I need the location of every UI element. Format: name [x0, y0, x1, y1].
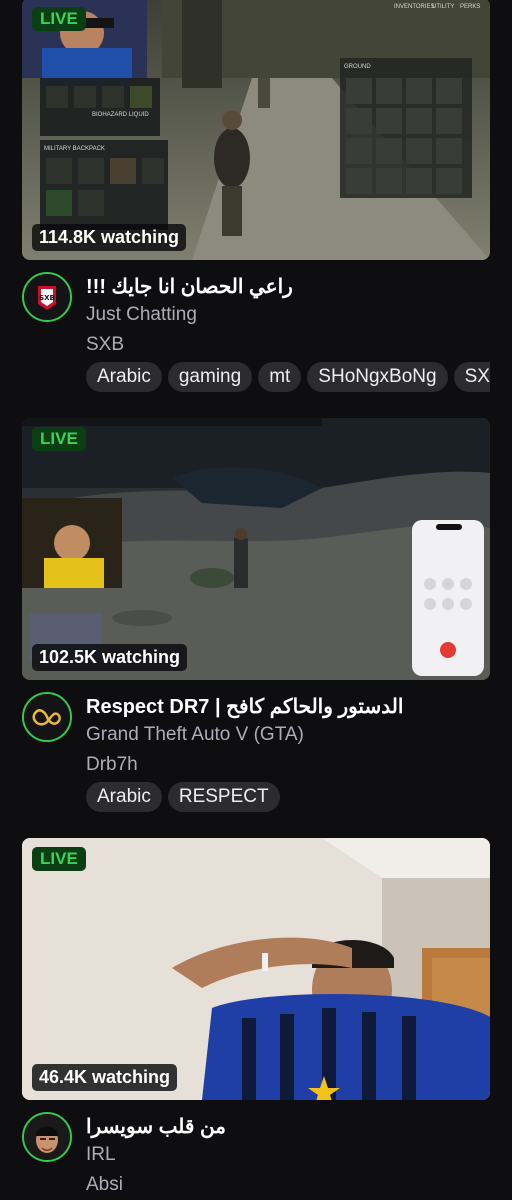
stream-title[interactable]: راعي الحصان انا جايك !!!	[86, 274, 293, 299]
viewer-count: 114.8K watching	[32, 224, 187, 251]
svg-text:SXB: SXB	[39, 294, 55, 302]
live-badge: LIVE	[32, 7, 86, 31]
tag-chip[interactable]: Arabic	[86, 782, 162, 812]
streamer-name[interactable]: Drb7h	[86, 754, 138, 776]
stream-title[interactable]: من قلب سويسرا	[86, 1114, 226, 1139]
tag-chip[interactable]: Arabic	[86, 362, 162, 392]
user-face-icon	[24, 1114, 70, 1160]
streamer-name[interactable]: SXB	[86, 334, 124, 356]
overlay-ground-label: GROUND	[344, 64, 371, 70]
stream-category[interactable]: Just Chatting	[86, 304, 197, 326]
tag-chip[interactable]: SXB	[453, 362, 490, 392]
stream-category[interactable]: Grand Theft Auto V (GTA)	[86, 724, 304, 746]
live-badge: LIVE	[32, 847, 86, 871]
tag-list: ArabicgamingmtSHoNgxBoNgSXB	[86, 362, 490, 394]
irl-scene	[22, 838, 490, 1100]
game-scene	[22, 418, 490, 680]
stream-title[interactable]: الدستور والحاكم كافح | Respect DR7	[86, 694, 403, 719]
overlay-backpack-header: MILITARY BACKPACK	[44, 146, 105, 152]
game-scene	[22, 0, 490, 260]
sxb-logo-icon: SXB	[24, 274, 70, 320]
tag-list: Arabic RESPECT	[86, 782, 490, 814]
overlay-biohazard-label: BIOHAZARD LIQUID	[92, 112, 149, 118]
stream-thumbnail[interactable]: LIVE 102.5K watching	[22, 418, 490, 680]
stream-thumbnail[interactable]: LIVE 46.4K watching	[22, 838, 490, 1100]
overlay-menu-inventories: INVENTORIES	[394, 4, 435, 10]
viewer-count: 102.5K watching	[32, 644, 188, 671]
channel-avatar[interactable]: SXB	[22, 272, 72, 322]
overlay-menu-perks: PERKS	[460, 4, 481, 10]
channel-avatar[interactable]	[22, 692, 72, 742]
tag-chip[interactable]: gaming	[167, 362, 253, 392]
stream-category[interactable]: IRL	[86, 1144, 116, 1166]
tag-chip[interactable]: SHoNgxBoNg	[307, 362, 448, 392]
stream-thumbnail[interactable]: INVENTORIES UTILITY PERKS GROUND BIOHAZA…	[22, 0, 490, 260]
overlay-menu-utility: UTILITY	[432, 4, 455, 10]
streamer-name[interactable]: Absi	[86, 1174, 123, 1196]
channel-avatar[interactable]	[22, 1112, 72, 1162]
live-badge: LIVE	[32, 427, 86, 451]
tag-chip[interactable]: mt	[258, 362, 302, 392]
infinity-logo-icon	[24, 694, 70, 740]
viewer-count: 46.4K watching	[32, 1064, 178, 1091]
tag-chip[interactable]: RESPECT	[167, 782, 280, 812]
